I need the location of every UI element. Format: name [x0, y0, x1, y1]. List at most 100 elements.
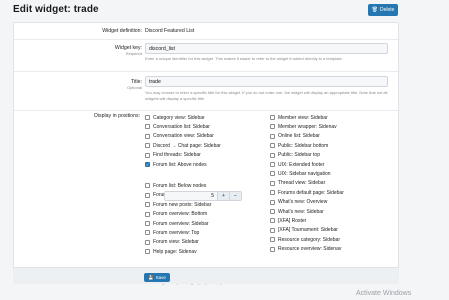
delete-button[interactable]: 🗑 Delete	[368, 4, 398, 16]
position-checkbox[interactable]: Member view: Sidebar	[270, 114, 328, 121]
position-label: Member view: Sidebar	[278, 114, 328, 121]
checkbox-icon[interactable]	[270, 115, 275, 120]
checkbox-icon[interactable]	[145, 115, 150, 120]
widget-form-panel: Widget definition: Discord Featured List…	[13, 22, 400, 286]
position-checkbox[interactable]: Forum new posts: Sidebar	[145, 201, 211, 208]
definition-row: Widget definition: Discord Featured List	[14, 23, 400, 40]
checkbox-icon[interactable]	[270, 162, 275, 167]
position-label: What's new: Overview	[278, 199, 328, 206]
checkbox-icon[interactable]	[270, 124, 275, 130]
position-checkbox[interactable]: ✓ Forum list: Above nodes	[145, 161, 207, 168]
title-sublabel: Optional	[127, 85, 142, 90]
position-checkbox[interactable]: Forum overview: Bottom	[145, 211, 207, 218]
position-checkbox[interactable]: Public: Sidebar top	[270, 152, 320, 159]
display-order-value[interactable]: 5	[165, 192, 217, 200]
position-label: Public: Sidebar top	[278, 152, 320, 159]
checkbox-icon[interactable]	[270, 246, 275, 252]
checkbox-icon[interactable]	[270, 152, 275, 158]
position-checkbox[interactable]: Forum overview: Top	[145, 229, 199, 236]
checkbox-icon[interactable]	[270, 190, 275, 196]
position-checkbox[interactable]: Resource overview: Sidenav	[270, 246, 341, 253]
position-checkbox[interactable]: Public: Sidebar bottom	[270, 142, 328, 149]
position-label: Discord → Chat page: Sidebar	[153, 142, 221, 149]
checkbox-icon[interactable]	[270, 180, 275, 186]
position-label: Resource category: Sidebar	[278, 236, 340, 243]
checkbox-icon[interactable]	[270, 218, 275, 224]
checkbox-icon[interactable]	[270, 199, 275, 205]
checkbox-icon[interactable]	[270, 227, 275, 233]
position-checkbox[interactable]: Forum view: Sidebar	[145, 239, 199, 246]
checkbox-icon[interactable]	[270, 209, 275, 214]
checkbox-icon[interactable]	[145, 152, 150, 158]
position-checkbox[interactable]: UIX: Sidebar navigation	[270, 170, 331, 177]
checkbox-icon[interactable]	[145, 221, 150, 226]
position-label: Forum overview: Top	[153, 229, 200, 236]
display-order-stepper: 5 + −	[164, 191, 242, 201]
save-icon: 💾	[148, 274, 154, 280]
checkbox-icon[interactable]	[145, 192, 150, 198]
activate-windows-watermark: Activate Windows	[356, 290, 412, 297]
position-label: Thread view: Sidebar	[278, 180, 326, 187]
position-label: [XFA] Roster	[278, 217, 307, 224]
position-checkbox[interactable]: Resource category: Sidebar	[270, 236, 340, 243]
form-submit-row: 💾 Save	[13, 267, 399, 284]
position-checkbox[interactable]: Forums default page: Sidebar	[270, 189, 344, 196]
checkbox-icon[interactable]	[145, 143, 150, 149]
position-label: UIX: Extended footer	[278, 161, 325, 168]
checkbox-icon[interactable]	[145, 249, 150, 255]
position-checkbox[interactable]: Thread view: Sidebar	[270, 180, 325, 187]
position-label: Forums default page: Sidebar	[278, 189, 344, 196]
checkbox-icon[interactable]	[145, 133, 150, 139]
widget-key-input[interactable]: discord_list	[145, 43, 388, 54]
title-bar: Edit widget: trade 🗑 Delete	[0, 0, 449, 22]
checkbox-icon[interactable]	[145, 124, 150, 130]
position-checkbox[interactable]: Member wrapper: Sidenav	[270, 123, 337, 130]
title-explain: You may choose to enter a specific title…	[145, 90, 388, 101]
position-checkbox[interactable]: Online list: Sidebar	[270, 133, 320, 140]
position-checkbox[interactable]: [XFA] Tournament: Sidebar	[270, 227, 338, 234]
checkbox-icon[interactable]	[270, 143, 275, 149]
position-checkbox[interactable]: UIX: Extended footer	[270, 161, 324, 168]
position-checkbox[interactable]: What's new: Overview	[270, 199, 327, 206]
trash-icon: 🗑	[371, 7, 378, 13]
positions-label: Display in positions:	[94, 113, 140, 119]
position-label: Category view: Sidebar	[153, 114, 205, 121]
position-checkbox[interactable]: Forum overview: Sidebar	[145, 220, 209, 227]
position-checkbox[interactable]: Category view: Sidebar	[145, 114, 205, 121]
checkbox-icon[interactable]	[270, 171, 275, 177]
checkbox-icon[interactable]	[145, 239, 150, 245]
position-checkbox[interactable]: Conversation view: Sidebar	[145, 133, 214, 140]
checkbox-icon[interactable]	[145, 202, 150, 208]
delete-button-label: Delete	[379, 7, 395, 13]
position-label: Forum overview: Bottom	[153, 211, 208, 218]
page-title: Edit widget: trade	[13, 4, 99, 15]
position-label: [XFA] Tournament: Sidebar	[278, 227, 338, 234]
checkbox-icon[interactable]	[145, 183, 150, 189]
position-label: Forum new posts: Sidebar	[153, 201, 212, 208]
position-checkbox[interactable]: Find threads: Sidebar	[145, 152, 201, 159]
definition-value: Discord Featured List	[145, 28, 195, 34]
title-input[interactable]: trade	[145, 76, 388, 87]
position-checkbox[interactable]: [XFA] Roster	[270, 217, 306, 224]
decrement-button[interactable]: −	[229, 192, 241, 200]
checkbox-icon[interactable]	[270, 237, 275, 243]
increment-button[interactable]: +	[217, 192, 229, 200]
key-sublabel: Required	[125, 51, 142, 56]
key-row: Widget key: Required discord_list Enter …	[14, 40, 400, 72]
position-label: Forum overview: Sidebar	[153, 220, 209, 227]
position-checkbox[interactable]: Conversation list: Sidebar	[145, 123, 210, 130]
position-checkbox[interactable]: Forum list: Below nodes	[145, 182, 206, 189]
checkbox-checked-icon[interactable]: ✓	[145, 162, 150, 167]
position-label: Find threads: Sidebar	[153, 152, 201, 159]
position-checkbox[interactable]: Discord → Chat page: Sidebar	[145, 142, 221, 149]
position-label: Forum list: Above nodes	[153, 161, 207, 168]
position-label: UIX: Sidebar navigation	[278, 170, 331, 177]
checkbox-icon[interactable]	[270, 133, 275, 139]
checkbox-icon[interactable]	[145, 211, 150, 217]
position-label: Forum view: Sidebar	[153, 239, 199, 246]
position-checkbox[interactable]: Help page: Sidenav	[145, 248, 197, 255]
save-button[interactable]: 💾 Save	[144, 273, 170, 282]
checkbox-icon[interactable]	[145, 230, 150, 236]
position-checkbox[interactable]: What's new: Sidebar	[270, 208, 324, 215]
save-button-label: Save	[155, 275, 166, 280]
